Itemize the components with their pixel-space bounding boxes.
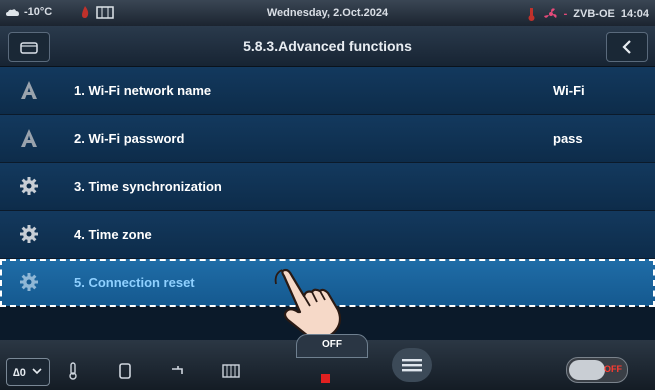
status-right: - ZVB-OE 14:04 [524, 7, 649, 21]
clock: 14:04 [620, 8, 649, 20]
back-button[interactable] [606, 32, 648, 62]
radiator-button[interactable] [218, 358, 244, 384]
menu-button[interactable] [392, 348, 432, 382]
tank-button[interactable] [112, 358, 138, 384]
thermometer-button[interactable] [60, 358, 86, 384]
status-bar: -10°C Wednesday, 2.Oct.2024 - ZVB-OE 14:… [0, 0, 655, 26]
menu-item-wifi-password[interactable]: 2. Wi-Fi password pass [0, 115, 655, 163]
fan-icon [543, 8, 557, 18]
chevron-left-icon [622, 40, 631, 54]
menu-item-value: pass [553, 131, 583, 146]
gear-icon [18, 175, 40, 197]
stop-indicator [321, 374, 330, 383]
gear-icon [18, 271, 40, 293]
letter-a-icon [18, 79, 40, 101]
tap-icon [172, 366, 183, 374]
separator-dash: - [563, 8, 568, 20]
menu-item-value: Wi-Fi [553, 83, 585, 98]
menu-item-time-sync[interactable]: 3. Time synchronization [0, 163, 655, 211]
toggle-knob [569, 360, 605, 380]
menu-item-label: 2. Wi-Fi password [74, 131, 185, 146]
controller-name: ZVB-OE [573, 8, 615, 20]
menu-item-time-zone[interactable]: 4. Time zone [0, 211, 655, 259]
thermometer-icon [69, 362, 77, 380]
mode-button[interactable]: ∆0 [6, 358, 50, 386]
svg-text:∆0: ∆0 [13, 367, 26, 379]
menu-item-label: 5. Connection reset [74, 275, 195, 290]
tank-icon [119, 363, 131, 379]
menu-item-label: 1. Wi-Fi network name [74, 83, 212, 98]
toggle-label: OFF [604, 364, 622, 374]
off-indicator[interactable]: OFF [296, 334, 368, 358]
radiator-icon [222, 364, 240, 378]
mode-icon: ∆0 [13, 367, 42, 379]
thermometer-icon [528, 8, 535, 21]
menu-item-wifi-name[interactable]: 1. Wi-Fi network name Wi-Fi [0, 67, 655, 115]
gear-icon [18, 223, 40, 245]
menu-item-label: 4. Time zone [74, 227, 152, 242]
hamburger-icon [402, 359, 422, 372]
letter-a-icon [18, 127, 40, 149]
menu-item-label: 3. Time synchronization [74, 179, 222, 194]
power-toggle[interactable]: OFF [566, 357, 628, 383]
title-bar: 5.8.3.Advanced functions [0, 26, 655, 67]
page-title: 5.8.3.Advanced functions [243, 38, 412, 54]
tap-button[interactable] [166, 358, 192, 384]
